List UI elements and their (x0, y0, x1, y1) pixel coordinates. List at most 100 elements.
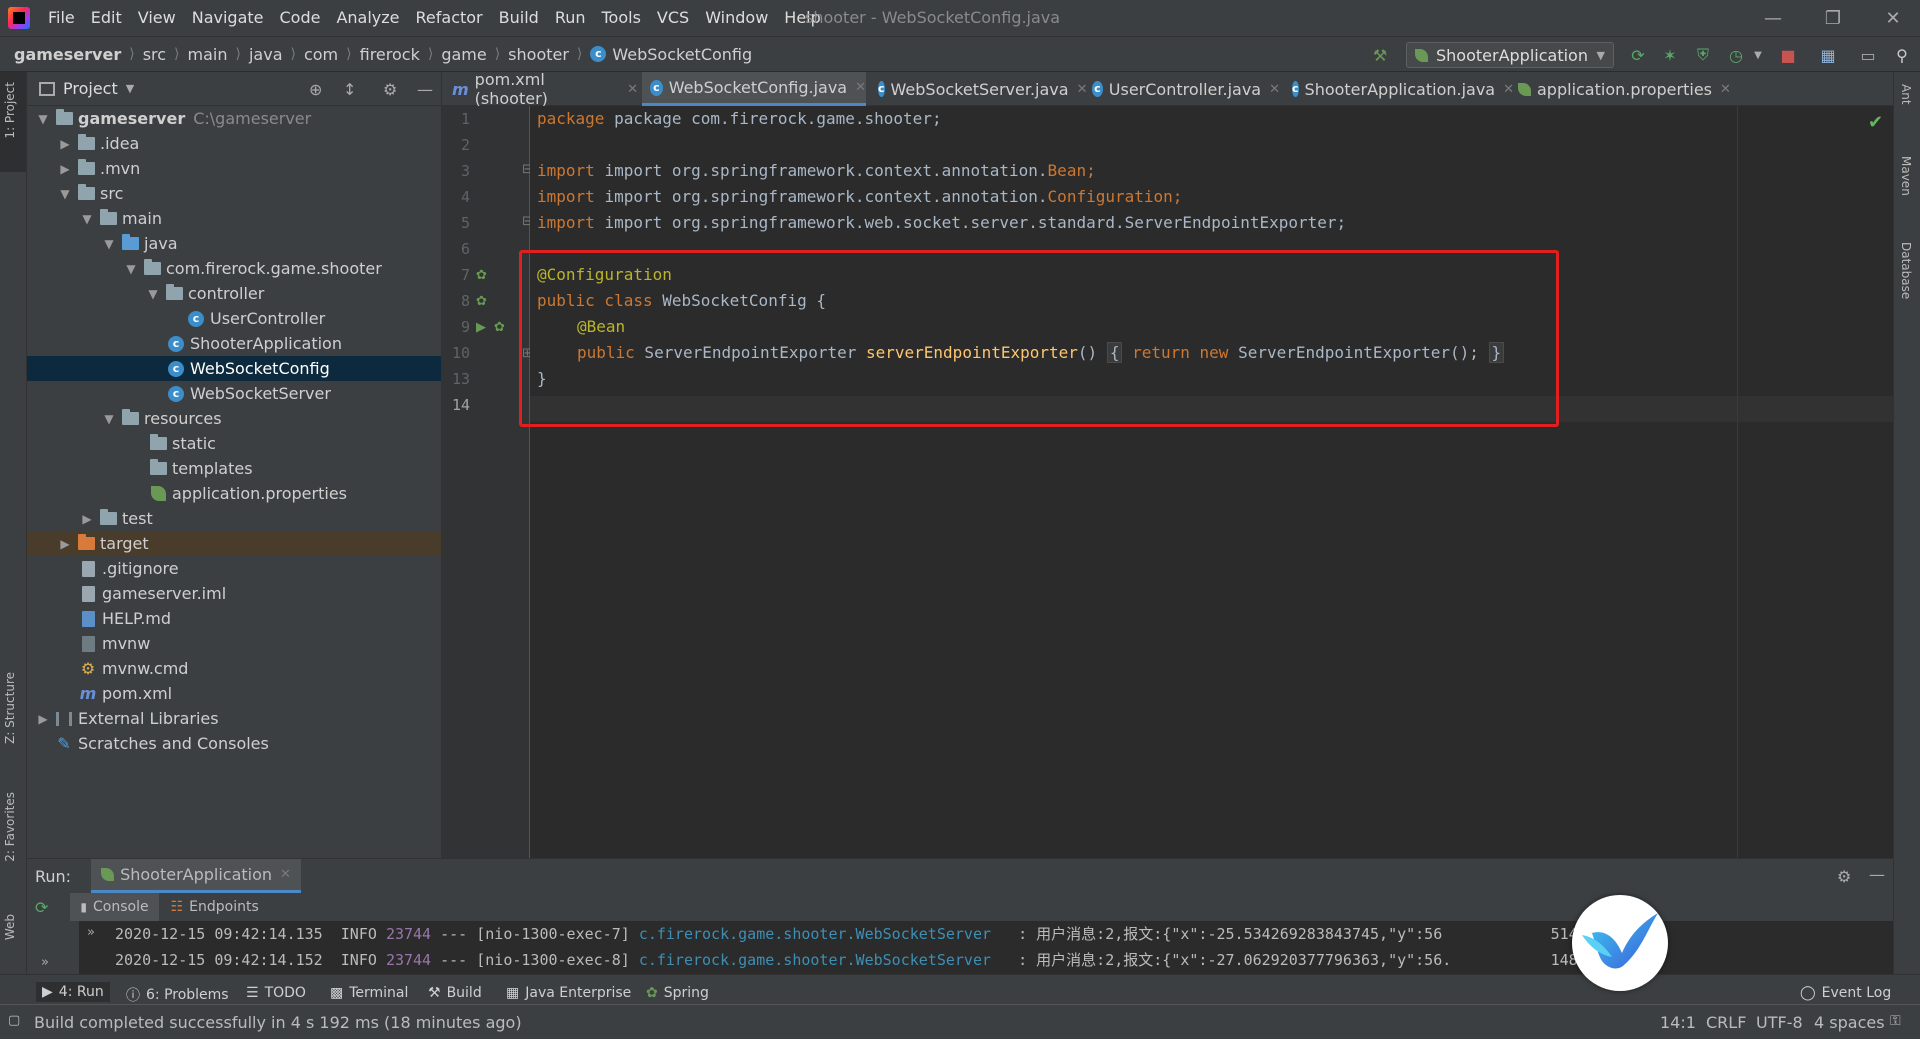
tab-shooterapplication[interactable]: c ShooterApplication.java ✕ (1284, 72, 1514, 106)
caret-position[interactable]: 14:1 (1660, 1013, 1696, 1032)
menu-view[interactable]: View (130, 0, 184, 36)
tree-item-shooterapplication[interactable]: c ShooterApplication (27, 331, 441, 356)
build-hammer-icon[interactable]: ⚒ (1370, 45, 1390, 65)
tree-item-mvnw[interactable]: mvnw (27, 631, 441, 656)
tab-pom-xml[interactable]: m pom.xml (shooter) ✕ (444, 70, 638, 108)
run-with-coverage-icon[interactable]: ⛨ (1693, 45, 1713, 65)
chevron-down-icon[interactable]: ▼ (126, 82, 134, 95)
tree-item-static[interactable]: static (27, 431, 441, 456)
hide-panel-icon[interactable]: — (1869, 865, 1885, 884)
menu-refactor[interactable]: Refactor (408, 0, 491, 36)
breadcrumb-java[interactable]: java (249, 45, 283, 64)
tree-item-usercontroller[interactable]: c UserController (27, 306, 441, 331)
tab-application-properties[interactable]: application.properties ✕ (1510, 72, 1732, 106)
breadcrumb-shooter[interactable]: shooter (508, 45, 569, 64)
hide-panel-icon[interactable]: — (417, 80, 433, 99)
indent-setting[interactable]: 4 spaces (1814, 1013, 1885, 1032)
tree-item-resources[interactable]: ▼ resources (27, 406, 441, 431)
file-encoding[interactable]: UTF-8 (1756, 1013, 1803, 1032)
tree-item-mvnw-cmd[interactable]: ⚙ mvnw.cmd (27, 656, 441, 681)
menu-run[interactable]: Run (547, 0, 594, 36)
database-tool-tab[interactable]: Database (1899, 242, 1913, 299)
menu-analyze[interactable]: Analyze (328, 0, 407, 36)
locate-file-icon[interactable]: ⊕ (309, 80, 322, 99)
editor-gutter[interactable]: 1 2 3 4 5 6 7 8 9 10 13 14 ✿ ✿ ▶ ✿ ⊟ ⊟ ⊞ (442, 106, 533, 858)
more-actions-icon[interactable]: » (87, 925, 95, 940)
tree-item-help-md[interactable]: HELP.md (27, 606, 441, 631)
close-tab-icon[interactable]: ✕ (627, 82, 638, 97)
breadcrumb-game[interactable]: game (441, 45, 486, 64)
menu-tools[interactable]: Tools (594, 0, 649, 36)
todo-tool-button[interactable]: ☰ TODO (246, 985, 306, 1001)
tab-websocketserver[interactable]: c WebSocketServer.java ✕ (870, 72, 1087, 106)
restore-icon[interactable]: ❐ (1806, 0, 1860, 36)
tree-item-application-properties[interactable]: application.properties (27, 481, 441, 506)
terminal-tool-button[interactable]: ▩ Terminal (330, 985, 408, 1001)
breadcrumb-firerock[interactable]: firerock (360, 45, 420, 64)
more-actions-icon[interactable]: » (41, 955, 49, 970)
breadcrumb-main[interactable]: main (188, 45, 228, 64)
close-tab-icon[interactable]: ✕ (855, 80, 866, 95)
console-tab[interactable]: ▮ Console (70, 893, 159, 921)
menu-vcs[interactable]: VCS (649, 0, 697, 36)
rerun-icon[interactable]: ⟳ (35, 898, 48, 917)
problems-tool-button[interactable]: ⓘ 6: Problems (126, 985, 229, 1005)
run-configuration-select[interactable]: ShooterApplication ▼ (1406, 42, 1614, 68)
tree-item-test[interactable]: ▶ test (27, 506, 441, 531)
event-log-button[interactable]: ◯ Event Log (1800, 985, 1891, 1001)
breadcrumb-websocketconfig[interactable]: c WebSocketConfig (590, 45, 752, 64)
tree-item-idea[interactable]: ▶ .idea (27, 131, 441, 156)
gear-icon[interactable]: ⚙ (383, 80, 397, 99)
tree-item-java[interactable]: ▼ java (27, 231, 441, 256)
search-icon[interactable]: ⚲ (1892, 45, 1912, 65)
close-icon[interactable]: ✕ (1866, 0, 1920, 36)
tree-item-controller[interactable]: ▼ controller (27, 281, 441, 306)
chevron-down-icon[interactable]: ▼ (1748, 45, 1768, 65)
status-message[interactable]: Build completed successfully in 4 s 192 … (34, 1013, 522, 1032)
menu-build[interactable]: Build (491, 0, 547, 36)
project-tool-tab[interactable]: 1: Project (0, 72, 26, 172)
stop-icon[interactable]: ■ (1778, 45, 1798, 65)
menu-file[interactable]: File (40, 0, 83, 36)
floating-bird-app-icon[interactable] (1572, 895, 1668, 991)
maven-tool-tab[interactable]: Maven (1899, 156, 1913, 196)
tree-item-websocketconfig[interactable]: c WebSocketConfig (27, 356, 441, 381)
tree-item-main[interactable]: ▼ main (27, 206, 441, 231)
tree-item-gameserver-iml[interactable]: gameserver.iml (27, 581, 441, 606)
run-tool-button[interactable]: ▶ 4: Run (36, 982, 110, 1002)
web-tool-tab[interactable]: Web (3, 914, 17, 940)
menu-code[interactable]: Code (272, 0, 329, 36)
rerun-icon[interactable]: ⟳ (1628, 45, 1648, 65)
tree-item-pom-xml[interactable]: m pom.xml (27, 681, 441, 706)
log-class[interactable]: c.firerock.game.shooter.WebSocketServer (639, 951, 991, 969)
tree-item-gameserver[interactable]: ▼ gameserver C:\gameserver (27, 106, 441, 131)
tree-item-mvn[interactable]: ▶ .mvn (27, 156, 441, 181)
favorites-tool-tab[interactable]: 2: Favorites (3, 792, 17, 862)
tree-item-scratches[interactable]: ✎ Scratches and Consoles (27, 731, 441, 756)
collapse-all-icon[interactable]: ↕ (343, 80, 356, 99)
spring-bean-gutter-icon[interactable]: ✿ (476, 268, 487, 283)
breadcrumb-src[interactable]: src (143, 45, 166, 64)
close-tab-icon[interactable]: ✕ (1269, 82, 1280, 97)
breadcrumb-com[interactable]: com (304, 45, 338, 64)
profiler-icon[interactable]: ◷ (1726, 45, 1746, 65)
menu-window[interactable]: Window (697, 0, 776, 36)
code-editor[interactable]: package package com.firerock.game.shoote… (530, 106, 1893, 858)
menu-edit[interactable]: Edit (83, 0, 130, 36)
tree-item-websocketserver[interactable]: c WebSocketServer (27, 381, 441, 406)
tab-usercontroller[interactable]: c UserController.java ✕ (1084, 72, 1280, 106)
lock-icon[interactable]: ⚿ (1890, 1013, 1901, 1029)
tree-item-gitignore[interactable]: .gitignore (27, 556, 441, 581)
project-structure-icon[interactable]: ▦ (1818, 45, 1838, 65)
minimize-icon[interactable]: — (1746, 0, 1800, 36)
run-gutter-icon[interactable]: ▶ (476, 320, 486, 335)
inspection-ok-icon[interactable]: ✔ (1868, 112, 1883, 133)
spring-tool-button[interactable]: ✿ Spring (646, 985, 709, 1001)
line-separator[interactable]: CRLF (1706, 1013, 1746, 1032)
endpoints-tab[interactable]: ☷ Endpoints (171, 899, 259, 915)
ant-tool-tab[interactable]: Ant (1899, 84, 1913, 105)
gear-icon[interactable]: ⚙ (1837, 867, 1851, 886)
spring-config-gutter-icon[interactable]: ✿ (476, 294, 487, 309)
tree-item-package[interactable]: ▼ com.firerock.game.shooter (27, 256, 441, 281)
tree-item-src[interactable]: ▼ src (27, 181, 441, 206)
